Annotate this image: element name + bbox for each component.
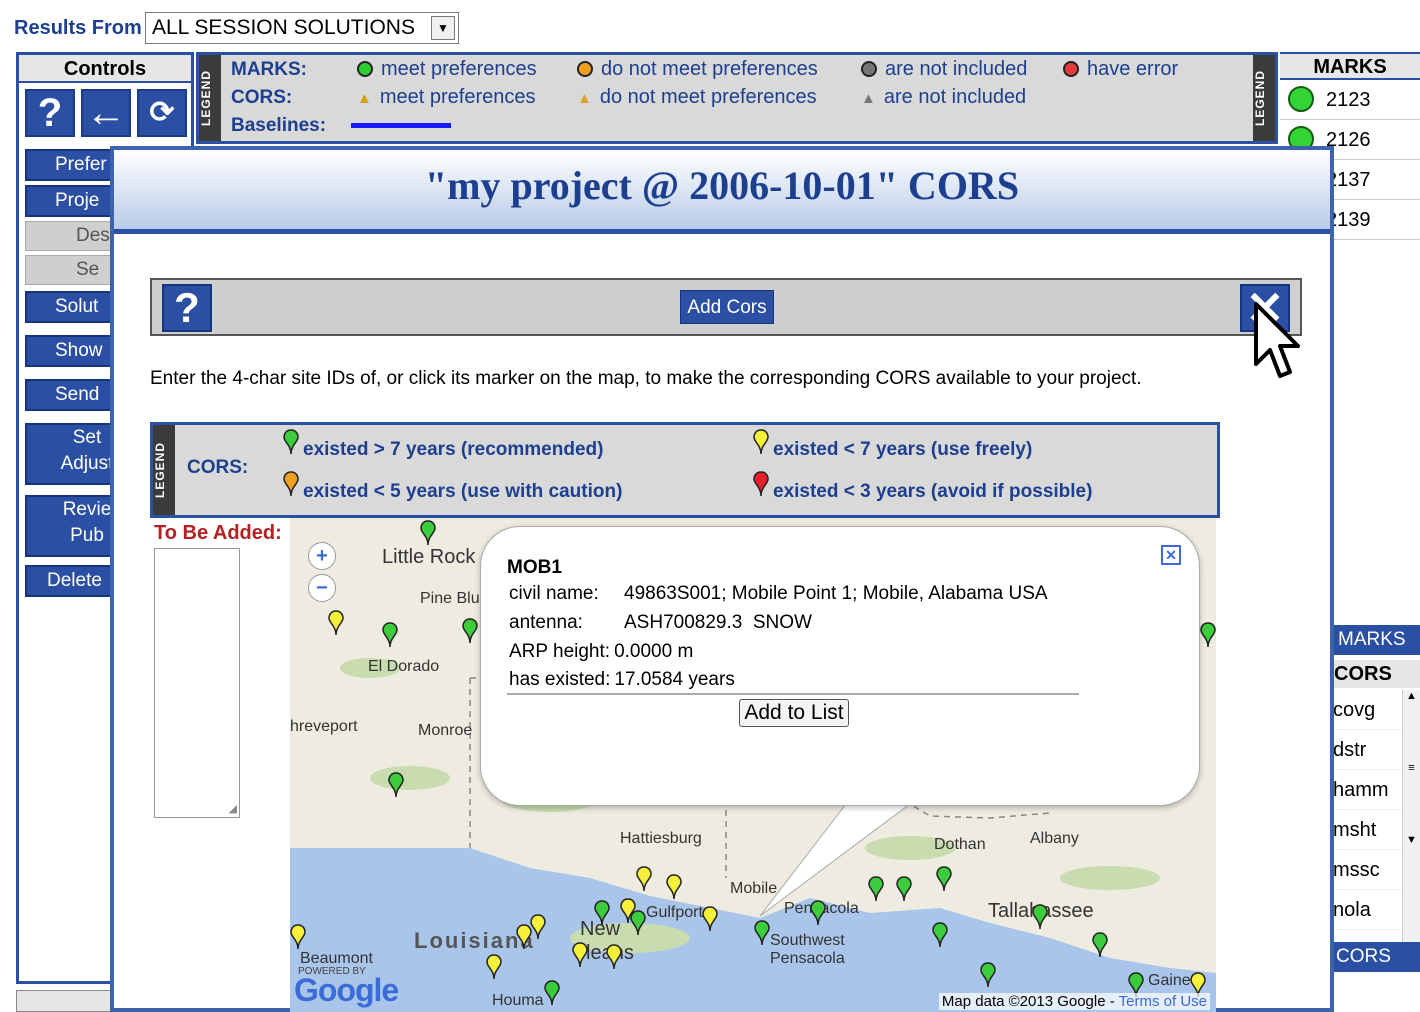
powered-by-label: POWERED BY: [298, 966, 366, 977]
top-legend: LEGEND LEGEND MARKS: CORS: Baselines: me…: [196, 52, 1278, 144]
legend-lt7: existed < 7 years (use freely): [773, 439, 1033, 460]
arp-height-label: ARP height:: [509, 641, 611, 662]
legend-cors-not-meet: do not meet preferences: [599, 86, 817, 108]
gray-x-circle-icon: [861, 61, 877, 77]
info-balloon: ✕ MOB1 civil name: 49863S001; Mobile Poin…: [480, 526, 1200, 806]
cors-map[interactable]: + − Little Rock Pine Blu El Dorado hreve…: [290, 518, 1216, 1012]
help-icon: ?: [174, 284, 200, 331]
chevron-down-icon[interactable]: ▼: [431, 16, 455, 40]
close-icon[interactable]: ✕: [1161, 545, 1181, 565]
resize-grip-icon[interactable]: ◢: [229, 802, 237, 815]
scrollbar[interactable]: ▲ ≡ ▼: [1402, 690, 1420, 942]
red-pin-icon: [753, 471, 769, 497]
existed-label: has existed:: [509, 669, 611, 690]
arp-height-value: 0.0000 m: [614, 641, 694, 662]
green-circle-icon: [1288, 86, 1314, 112]
legend-marks-meet: meet preferences: [381, 58, 537, 80]
legend-baselines-label: Baselines:: [231, 115, 327, 136]
civil-name-label: civil name:: [509, 583, 599, 604]
map-data-credit: Map data ©2013 Google -: [941, 993, 1119, 1010]
legend-strip: LEGEND: [153, 425, 175, 515]
cors-modal: "my project @ 2006-10-01" CORS ? Add Cor…: [110, 146, 1334, 1012]
results-from-value: ALL SESSION SOLUTIONS: [152, 16, 415, 39]
legend-marks-label: MARKS:: [231, 59, 307, 80]
mouse-cursor-icon: [1254, 302, 1300, 378]
legend-strip: LEGEND: [199, 55, 221, 141]
modal-header: "my project @ 2006-10-01" CORS: [114, 150, 1330, 234]
orange-slash-circle-icon: [577, 61, 593, 77]
legend-cors-not-included: are not included: [883, 86, 1027, 108]
cors-triangle-not-included-icon: ▲: [861, 90, 876, 107]
right-cors-header: CORS: [1334, 660, 1420, 688]
instructions-text: Enter the 4-char site IDs of, or click i…: [150, 368, 1142, 389]
orange-pin-icon: [283, 471, 299, 497]
mark-id: 2123: [1326, 89, 1371, 111]
to-be-added-label: To Be Added:: [154, 522, 282, 544]
refresh-icon[interactable]: ⟳: [137, 89, 187, 137]
antenna-value: ASH700829.3 SNOW: [624, 612, 812, 633]
civil-name-value: 49863S001; Mobile Point 1; Mobile, Alaba…: [624, 583, 1048, 604]
map-credits: Map data ©2013 Google - Terms of Use: [938, 993, 1210, 1010]
balloon-divider: [507, 693, 1079, 695]
green-circle-icon: [357, 61, 373, 77]
legend-marks-not-included: are not included: [885, 58, 1028, 80]
results-from-select[interactable]: ALL SESSION SOLUTIONS ▼: [145, 12, 459, 44]
right-cors-list[interactable]: covg dstr hamm msht mssc nola ▲ ≡ ▼: [1330, 690, 1420, 942]
cors-triangle-not-meet-icon: ▲: [577, 90, 592, 107]
existed-value: 17.0584 years: [614, 669, 735, 690]
marks-panel-title: MARKS: [1280, 52, 1420, 80]
controls-title: Controls: [19, 55, 191, 83]
legend-marks-error: have error: [1087, 58, 1179, 80]
baseline-swatch: [351, 123, 451, 128]
legend-gt7: existed > 7 years (recommended): [303, 439, 604, 460]
legend-cors-meet: meet preferences: [379, 86, 536, 108]
google-wordmark: Google: [294, 972, 399, 1008]
help-button[interactable]: ?: [162, 284, 212, 332]
cors-legend-label: CORS:: [187, 457, 249, 478]
help-icon[interactable]: ?: [25, 89, 75, 137]
add-cors-button[interactable]: Add Cors: [680, 290, 774, 324]
terms-of-use-link[interactable]: Terms of Use: [1119, 993, 1207, 1010]
bottom-tab[interactable]: [16, 990, 112, 1012]
back-arrow-icon[interactable]: ←: [81, 89, 131, 137]
google-logo: POWERED BY Google: [294, 966, 399, 1009]
balloon-site-id: MOB1: [507, 557, 562, 578]
mark-row[interactable]: 2123: [1280, 80, 1420, 120]
add-to-list-button[interactable]: Add to List: [739, 699, 849, 727]
cors-legend: LEGEND CORS: existed > 7 years (recommen…: [150, 422, 1220, 518]
cors-triangle-meet-icon: ▲: [357, 90, 372, 107]
yellow-pin-icon: [753, 429, 769, 455]
legend-lt5: existed < 5 years (use with caution): [303, 481, 623, 502]
legend-strip-right: LEGEND: [1253, 55, 1275, 141]
legend-marks-not-meet: do not meet preferences: [601, 58, 818, 80]
antenna-label: antenna:: [509, 612, 583, 633]
legend-lt3: existed < 3 years (avoid if possible): [773, 481, 1093, 502]
red-x-circle-icon: [1063, 61, 1079, 77]
modal-toolbar: ? Add Cors ✕: [150, 278, 1302, 336]
right-add-cors-button[interactable]: CORS: [1330, 942, 1420, 972]
green-pin-icon: [283, 429, 299, 455]
to-be-added-textarea[interactable]: ◢: [154, 548, 240, 818]
right-marks-button[interactable]: MARKS: [1334, 625, 1420, 655]
modal-title: "my project @ 2006-10-01" CORS: [424, 163, 1020, 208]
legend-cors-label: CORS:: [231, 87, 293, 108]
results-from-label: Results From: [14, 17, 142, 39]
